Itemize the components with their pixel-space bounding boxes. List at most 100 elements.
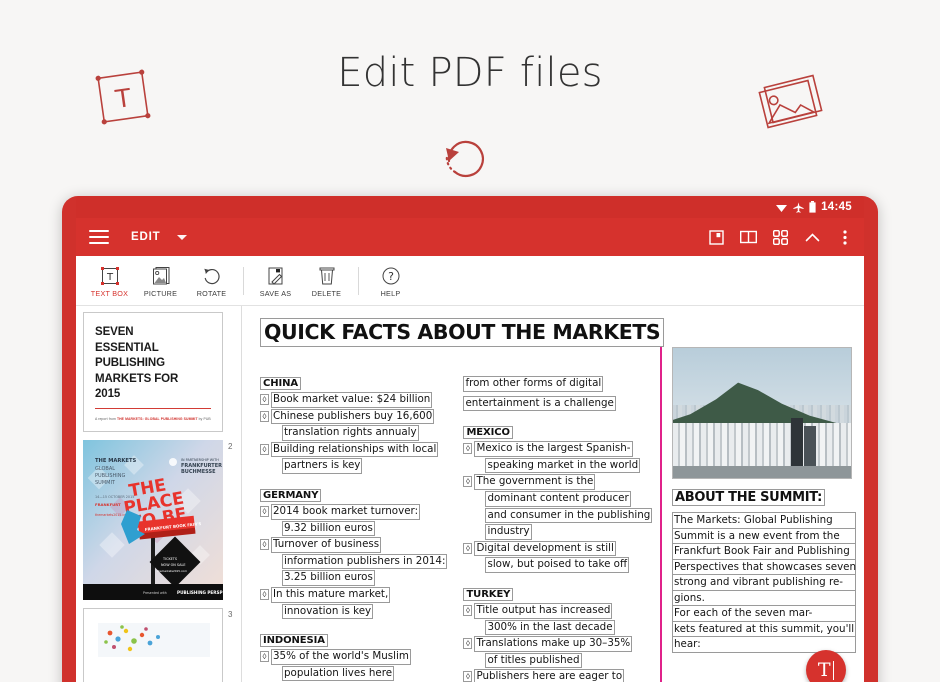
tool-save-as[interactable]: SAVE AS: [250, 258, 301, 304]
svg-text:THE MARKETS: THE MARKETS: [95, 458, 137, 464]
bullet-item[interactable]: ◊ Turnover of business information publi…: [260, 537, 447, 587]
bullet-line[interactable]: Publishers here are eager to: [474, 669, 624, 682]
bullet-line[interactable]: In this mature market,: [271, 587, 390, 603]
bullet-item[interactable]: ◊ Mexico is the largest Spanish- speakin…: [463, 441, 652, 474]
thumbnail-item[interactable]: SEVENESSENTIALPUBLISHINGMARKETS FOR2015 …: [83, 312, 241, 432]
bullet-line[interactable]: information publishers in 2014:: [282, 554, 447, 570]
tool-delete[interactable]: DELETE: [301, 258, 352, 304]
tool-label: HELP: [381, 289, 401, 298]
thumbnail-page-2[interactable]: THE MARKETS GLOBAL PUBLISHING SUMMIT 14—…: [83, 440, 223, 600]
text-box-icon: T: [99, 264, 121, 286]
cityscape-photo[interactable]: [672, 347, 852, 479]
orphan-line[interactable]: from other forms of digital: [463, 376, 603, 392]
bullet-item[interactable]: ◊ Digital development is still slow, but…: [463, 541, 652, 574]
grid-view-icon[interactable]: [772, 229, 789, 246]
toolbar-divider: [243, 267, 244, 295]
tool-picture[interactable]: PICTURE: [135, 258, 186, 304]
bullet-marker: ◊: [260, 651, 269, 662]
bullet-item[interactable]: ◊ Chinese publishers buy 16,600 translat…: [260, 409, 447, 442]
bullet-line[interactable]: translation rights annualy: [282, 425, 419, 441]
tool-text-box[interactable]: T TEXT BOX: [84, 258, 135, 304]
svg-text:?: ?: [388, 270, 394, 283]
tool-rotate[interactable]: ROTATE: [186, 258, 237, 304]
thumbnail-number: 3: [228, 610, 232, 619]
bullet-line[interactable]: slow, but poised to take off: [485, 557, 629, 573]
bullet-marker: ◊: [260, 394, 269, 405]
paragraph-line[interactable]: strong and vibrant publishing re-: [672, 574, 856, 591]
chevron-down-icon[interactable]: [177, 235, 187, 240]
section-heading[interactable]: GERMANY: [260, 489, 321, 502]
bullet-item[interactable]: ◊ Building relationships with local part…: [260, 442, 447, 475]
bullet-line[interactable]: Turnover of business: [271, 537, 381, 553]
bullet-line[interactable]: innovation is key: [282, 604, 373, 620]
book-view-icon[interactable]: [740, 229, 757, 246]
thumbnail-item[interactable]: 3: [83, 608, 241, 682]
app-bar: EDIT: [76, 218, 864, 256]
section-heading[interactable]: MEXICO: [463, 426, 512, 439]
bullet-line[interactable]: Chinese publishers buy 16,600: [271, 409, 434, 425]
orphan-line[interactable]: entertainment is a challenge: [463, 396, 615, 412]
bullet-line[interactable]: Digital development is still: [474, 541, 615, 557]
bullet-line[interactable]: of titles published: [485, 653, 581, 669]
paragraph-line[interactable]: The Markets: Global Publishing: [672, 512, 856, 529]
bullet-marker: ◊: [260, 444, 269, 455]
status-clock: 14:45: [821, 201, 852, 213]
bullet-line[interactable]: dominant content producer: [485, 491, 630, 507]
bullet-text: Digital development is still slow, but p…: [474, 541, 629, 574]
bullet-line[interactable]: Book market value: $24 billion: [271, 392, 432, 408]
paragraph-line[interactable]: gions.: [672, 590, 856, 607]
bullet-line[interactable]: speaking market in the world: [485, 458, 640, 474]
bullet-line[interactable]: The government is the: [474, 474, 595, 490]
section-heading[interactable]: TURKEY: [463, 588, 513, 601]
thumbnail-page-3[interactable]: [83, 608, 223, 682]
text-box-icon: T: [88, 62, 158, 132]
bullet-item[interactable]: ◊ In this mature market, innovation is k…: [260, 587, 447, 620]
bullet-line[interactable]: Building relationships with local: [271, 442, 438, 458]
bullet-line[interactable]: and consumer in the publishing: [485, 508, 652, 524]
paragraph-line[interactable]: kets featured at this summit, you'll: [672, 621, 856, 638]
bullet-line[interactable]: 9.32 billion euros: [282, 521, 375, 537]
tablet-device: 14:45 EDIT: [62, 196, 878, 682]
save-icon[interactable]: [708, 229, 725, 246]
bullet-item[interactable]: ◊ 2014 book market turnover: 9.32 billio…: [260, 504, 447, 537]
bullet-line[interactable]: partners is key: [282, 458, 362, 474]
thumbnail-page-1[interactable]: SEVENESSENTIALPUBLISHINGMARKETS FOR2015 …: [83, 312, 223, 432]
document-page[interactable]: QUICK FACTS ABOUT THE MARKETS CHINA ◊: [242, 306, 864, 682]
svg-text:themarkets2015.com: themarkets2015.com: [157, 569, 187, 573]
bullet-line[interactable]: population lives here: [282, 666, 394, 682]
paragraph-line[interactable]: Frankfurt Book Fair and Publishing: [672, 543, 856, 560]
bullet-item[interactable]: ◊ 35% of the world's Muslim population l…: [260, 649, 447, 682]
bullet-item[interactable]: ◊ Title output has increased 300% in the…: [463, 603, 652, 636]
bullet-item[interactable]: ◊ Translations make up 30–35% of titles …: [463, 636, 652, 669]
thumbnail-sidebar[interactable]: SEVENESSENTIALPUBLISHINGMARKETS FOR2015 …: [76, 306, 241, 682]
bullet-line[interactable]: Title output has increased: [474, 603, 612, 619]
overflow-menu-icon[interactable]: [836, 229, 853, 246]
collapse-chevron-up-icon[interactable]: [804, 229, 821, 246]
mode-label[interactable]: EDIT: [131, 231, 160, 243]
bullet-line[interactable]: industry: [485, 524, 531, 540]
bullet-marker: ◊: [463, 671, 472, 682]
bullet-line[interactable]: Translations make up 30–35%: [474, 636, 632, 652]
bullet-line[interactable]: 3.25 billion euros: [282, 570, 375, 586]
bullet-line[interactable]: 300% in the last decade: [485, 620, 614, 636]
document-title[interactable]: QUICK FACTS ABOUT THE MARKETS: [260, 318, 664, 347]
bullet-item[interactable]: ◊ Book market value: $24 billion: [260, 392, 447, 409]
thumbnail-title: SEVENESSENTIALPUBLISHINGMARKETS FOR2015: [95, 325, 211, 403]
section-heading[interactable]: INDONESIA: [260, 634, 328, 647]
bullet-line[interactable]: Mexico is the largest Spanish-: [474, 441, 632, 457]
bullet-line[interactable]: 2014 book market turnover:: [271, 504, 420, 520]
bullet-item[interactable]: ◊ The government is the dominant content…: [463, 474, 652, 540]
hamburger-menu-icon[interactable]: [89, 230, 109, 244]
paragraph-line[interactable]: Summit is a new event from the: [672, 528, 856, 545]
bullet-line[interactable]: 35% of the world's Muslim: [271, 649, 411, 665]
bullet-text: The government is the dominant content p…: [474, 474, 652, 540]
thumbnail-item[interactable]: THE MARKETS GLOBAL PUBLISHING SUMMIT 14—…: [83, 440, 241, 600]
tool-help[interactable]: ? HELP: [365, 258, 416, 304]
add-text-box-fab[interactable]: T: [806, 650, 846, 682]
bullet-item[interactable]: ◊ Publishers here are eager to buy and s…: [463, 669, 652, 682]
text-column-left: CHINA ◊ Book market value: $24 billion ◊: [260, 373, 447, 682]
paragraph-line[interactable]: For each of the seven mar-: [672, 605, 856, 622]
about-heading[interactable]: ABOUT THE SUMMIT:: [672, 489, 825, 506]
section-heading[interactable]: CHINA: [260, 377, 301, 390]
paragraph-line[interactable]: Perspectives that showcases seven: [672, 559, 856, 576]
